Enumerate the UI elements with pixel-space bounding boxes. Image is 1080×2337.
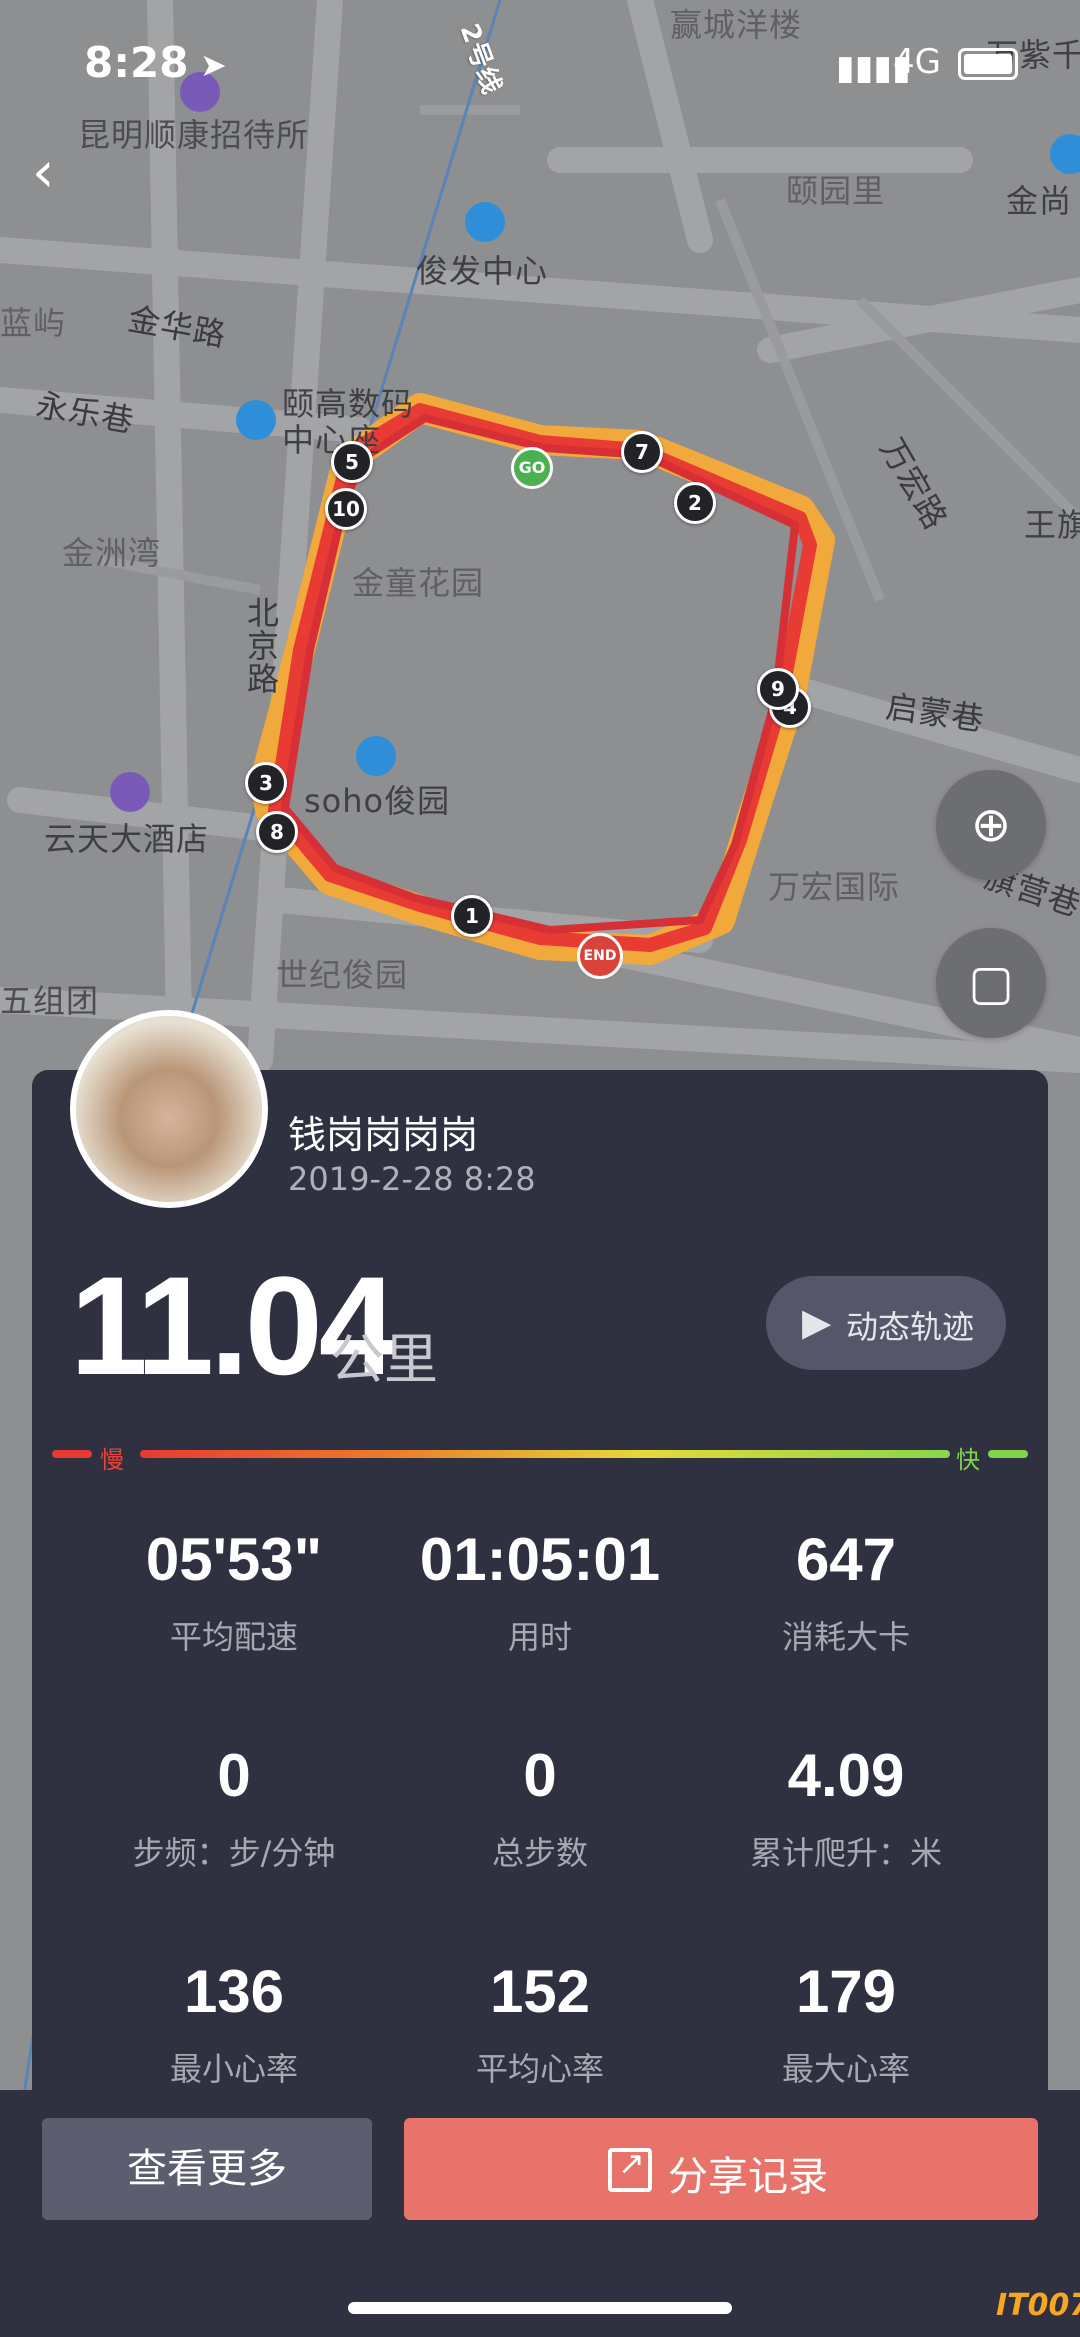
stat-cadence: 0 步频：步/分钟 <box>84 1741 384 1874</box>
building-icon <box>465 202 505 242</box>
stat-value: 152 <box>489 1958 591 2025</box>
route-start-marker[interactable]: GO <box>511 447 553 489</box>
building-icon <box>236 400 276 440</box>
stat-value: 179 <box>795 1958 897 2025</box>
km-marker[interactable]: 1 <box>451 895 493 937</box>
map-label: 颐园里 <box>786 172 886 210</box>
fast-label: 快 <box>956 1446 980 1474</box>
back-button[interactable]: ‹ <box>32 140 54 205</box>
home-indicator[interactable] <box>348 2302 732 2314</box>
network-type: 4G <box>893 42 941 82</box>
stat-label: 最小心率 <box>169 2050 298 2088</box>
km-marker[interactable]: 3 <box>245 762 287 804</box>
map-label: 金童花园 <box>352 564 485 602</box>
map-label: 蓝屿 <box>0 304 67 342</box>
share-icon <box>608 2144 652 2192</box>
stat-value: 4.09 <box>787 1742 905 1809</box>
layer-toggle-button[interactable]: ▢ <box>936 928 1046 1038</box>
stat-min-heart-rate: 136 最小心率 <box>84 1957 384 2090</box>
status-bar: 8:28 ➤ ▮▮▮▮ 4G <box>0 38 1080 98</box>
map-label: 俊发中心 <box>416 252 549 290</box>
stat-total-steps: 0 总步数 <box>390 1741 690 1874</box>
user-name: 钱岗岗岗岗 <box>288 1113 479 1157</box>
share-record-button[interactable]: 分享记录 <box>404 2118 1038 2220</box>
watermark: IT007 <box>996 2288 1080 2323</box>
replay-label: 动态轨迹 <box>846 1308 975 1346</box>
stat-label: 平均配速 <box>169 1618 298 1656</box>
crosshair-icon: ⊕ <box>970 797 1012 853</box>
stat-label: 总步数 <box>491 1834 588 1872</box>
stat-label: 累计爬升：米 <box>749 1834 942 1872</box>
stat-value: 647 <box>795 1526 897 1593</box>
km-marker[interactable]: 5 <box>331 441 373 483</box>
stat-duration: 01:05:01 用时 <box>390 1525 690 1658</box>
run-datetime: 2019-2-28 8:28 <box>288 1160 536 1198</box>
share-label: 分享记录 <box>668 2154 828 2200</box>
square-icon: ▢ <box>968 955 1014 1011</box>
map-label: 云天大酒店 <box>44 820 210 858</box>
map-label: 昆明顺康招待所 <box>78 116 310 154</box>
avatar[interactable] <box>70 1010 268 1208</box>
stat-max-heart-rate: 179 最大心率 <box>696 1957 996 2090</box>
stat-label: 平均心率 <box>475 2050 604 2088</box>
stat-elevation-gain: 4.09 累计爬升：米 <box>696 1741 996 1874</box>
map-label: 万宏国际 <box>768 868 901 906</box>
map-label: 金尚 <box>1006 182 1073 220</box>
slow-label: 慢 <box>100 1446 124 1474</box>
map-label: 金洲湾 <box>62 534 162 572</box>
km-marker[interactable]: 8 <box>256 811 298 853</box>
stat-label: 最大心率 <box>781 2050 910 2088</box>
stat-value: 0 <box>523 1742 557 1809</box>
stat-calories: 647 消耗大卡 <box>696 1525 996 1658</box>
stat-label: 步频：步/分钟 <box>132 1834 336 1872</box>
building-icon <box>356 736 396 776</box>
map-label: 世纪俊园 <box>276 956 409 994</box>
km-marker[interactable]: 9 <box>757 668 799 710</box>
hotel-icon <box>110 772 150 812</box>
map-label: soho俊园 <box>304 782 451 820</box>
km-marker[interactable]: 7 <box>621 431 663 473</box>
map-label: 王旗 <box>1024 506 1080 544</box>
km-marker[interactable]: 10 <box>325 488 367 530</box>
battery-icon <box>958 48 1018 80</box>
replay-track-button[interactable]: ▶ 动态轨迹 <box>766 1276 1006 1370</box>
stat-value: 05'53" <box>145 1526 323 1593</box>
play-icon: ▶ <box>802 1300 832 1344</box>
locate-button[interactable]: ⊕ <box>936 770 1046 880</box>
speed-legend: 慢 快 <box>52 1440 1028 1474</box>
stat-avg-heart-rate: 152 平均心率 <box>390 1957 690 2090</box>
location-arrow-icon: ➤ <box>200 46 227 84</box>
stat-value: 01:05:01 <box>419 1526 661 1593</box>
stat-value: 136 <box>183 1958 285 2025</box>
km-marker[interactable]: 2 <box>674 482 716 524</box>
status-time: 8:28 <box>84 38 189 87</box>
stat-avg-pace: 05'53" 平均配速 <box>84 1525 384 1658</box>
route-end-marker[interactable]: END <box>577 933 623 979</box>
stat-label: 用时 <box>507 1618 572 1656</box>
stat-label: 消耗大卡 <box>781 1618 910 1656</box>
distance-unit: 公里 <box>330 1328 438 1391</box>
map-label: 北京路 <box>242 596 280 695</box>
view-more-button[interactable]: 查看更多 <box>42 2118 372 2220</box>
stat-value: 0 <box>217 1742 251 1809</box>
